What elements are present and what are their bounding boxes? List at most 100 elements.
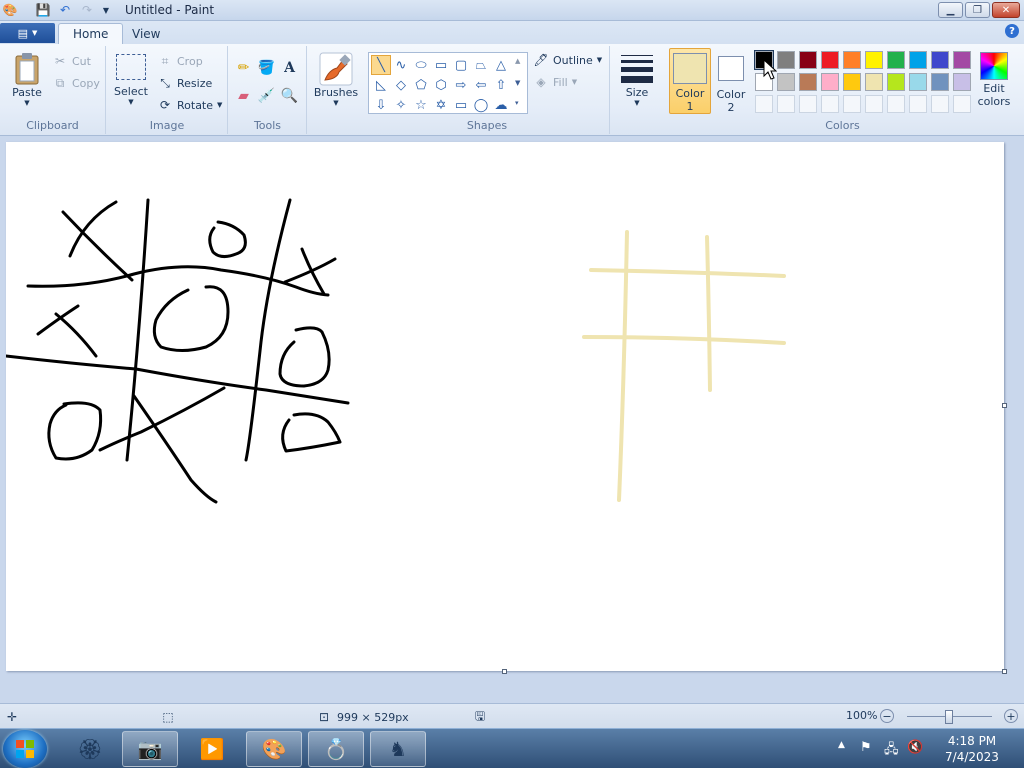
help-icon[interactable]: ? — [1005, 24, 1019, 38]
palette-color-swatch[interactable] — [931, 73, 949, 91]
select-button[interactable]: Select ▼ — [113, 54, 149, 106]
color2-button[interactable]: Color 2 — [713, 48, 749, 114]
five-point-star-shape-icon[interactable]: ☆ — [411, 95, 431, 115]
gallery-more-icon[interactable]: ▾ — [515, 99, 519, 107]
o-mark-4 — [47, 401, 103, 461]
rectangle-shape-icon[interactable]: ▭ — [431, 55, 451, 75]
palette-custom-slot[interactable] — [843, 95, 861, 113]
magnifier-icon[interactable]: 🔍 — [279, 85, 300, 106]
clock[interactable]: 4:18 PM 7/4/2023 — [932, 733, 1012, 765]
pencil-icon[interactable]: ✏ — [233, 57, 254, 78]
palette-custom-slot[interactable] — [953, 95, 971, 113]
palette-color-swatch[interactable] — [865, 51, 883, 69]
start-button[interactable] — [3, 730, 47, 768]
network-icon[interactable]: 🖧 — [884, 740, 899, 762]
up-arrow-shape-icon[interactable]: ⇧ — [491, 75, 511, 95]
edit-colors-button[interactable]: Edit colors — [973, 48, 1015, 114]
palette-custom-slot[interactable] — [931, 95, 949, 113]
palette-color-swatch[interactable] — [821, 51, 839, 69]
text-tool-icon[interactable]: A — [279, 57, 300, 78]
palette-color-swatch[interactable] — [909, 51, 927, 69]
eraser-icon[interactable]: ▰ — [233, 85, 254, 106]
taskbar-app-chess[interactable]: ♞ — [370, 731, 426, 767]
taskbar-app-photos[interactable]: 📷 — [122, 731, 178, 767]
volume-muted-icon[interactable]: 🔇 — [907, 740, 923, 755]
taskbar-app-media-player[interactable]: ▶️ — [184, 731, 240, 767]
rounded-callout-shape-icon[interactable]: ▭ — [451, 95, 471, 115]
oval-callout-shape-icon[interactable]: ◯ — [471, 95, 491, 115]
outline-button[interactable]: 🖊 Outline ▼ — [533, 51, 602, 69]
palette-color-swatch[interactable] — [953, 73, 971, 91]
close-button[interactable]: ✕ — [992, 2, 1020, 18]
palette-custom-slot[interactable] — [887, 95, 905, 113]
right-arrow-shape-icon[interactable]: ⇨ — [451, 75, 471, 95]
palette-custom-slot[interactable] — [865, 95, 883, 113]
zoom-slider-thumb[interactable] — [945, 710, 953, 724]
maximize-button[interactable]: ❐ — [965, 2, 990, 18]
right-triangle-shape-icon[interactable]: ◺ — [371, 75, 391, 95]
palette-color-swatch[interactable] — [887, 51, 905, 69]
taskbar-app-paint[interactable]: 🎨 — [246, 731, 302, 767]
customize-qat-icon[interactable]: ▼ — [98, 2, 114, 18]
rotate-button[interactable]: ⟳ Rotate ▼ — [157, 96, 222, 114]
rounded-rectangle-shape-icon[interactable]: ▢ — [451, 55, 471, 75]
tab-view[interactable]: View — [118, 23, 174, 44]
curve-shape-icon[interactable]: ∿ — [391, 55, 411, 75]
undo-icon[interactable]: ↶ — [57, 2, 73, 18]
palette-custom-slot[interactable] — [799, 95, 817, 113]
gallery-scroll-down-icon[interactable]: ▼ — [515, 79, 520, 87]
taskbar-app-ring[interactable]: 💍 — [308, 731, 364, 767]
pentagon-shape-icon[interactable]: ⬠ — [411, 75, 431, 95]
save-icon[interactable]: 💾 — [35, 2, 51, 18]
gallery-scroll-up-icon[interactable]: ▲ — [515, 57, 520, 65]
zoom-out-button[interactable]: − — [880, 709, 894, 723]
triangle-shape-icon[interactable]: △ — [491, 55, 511, 75]
palette-color-swatch[interactable] — [799, 51, 817, 69]
show-hidden-icons-icon[interactable]: ▲ — [838, 740, 845, 750]
cloud-callout-shape-icon[interactable]: ☁ — [491, 95, 511, 115]
paint-app-icon[interactable]: 🎨 — [2, 2, 18, 18]
four-point-star-shape-icon[interactable]: ✧ — [391, 95, 411, 115]
canvas-resize-handle-right[interactable] — [1002, 403, 1007, 408]
action-center-flag-icon[interactable]: ⚑ — [860, 740, 872, 755]
fill-bucket-icon[interactable]: 🪣 — [256, 57, 277, 78]
drawing-canvas[interactable] — [4, 142, 1004, 671]
play-icon: ▶️ — [199, 737, 225, 761]
color1-button[interactable]: Color 1 — [669, 48, 711, 114]
paste-button[interactable]: Paste ▼ — [8, 52, 46, 107]
color-picker-icon[interactable]: 💉 — [256, 85, 277, 106]
taskbar-app-media-center[interactable]: 🏵 — [62, 731, 118, 767]
palette-color-swatch[interactable] — [843, 51, 861, 69]
palette-color-swatch[interactable] — [843, 73, 861, 91]
down-arrow-shape-icon[interactable]: ⇩ — [371, 95, 391, 115]
line-shape-icon[interactable]: ╲ — [371, 55, 391, 75]
palette-color-swatch[interactable] — [865, 73, 883, 91]
palette-custom-slot[interactable] — [821, 95, 839, 113]
palette-color-swatch[interactable] — [931, 51, 949, 69]
diamond-shape-icon[interactable]: ◇ — [391, 75, 411, 95]
canvas-resize-handle-corner[interactable] — [1002, 669, 1007, 674]
palette-color-swatch[interactable] — [909, 73, 927, 91]
paint-menu-button[interactable]: ▤ ▼ — [0, 23, 55, 43]
size-button[interactable]: Size ▼ — [617, 52, 657, 107]
palette-color-swatch[interactable] — [777, 73, 795, 91]
palette-custom-slot[interactable] — [755, 95, 773, 113]
polygon-shape-icon[interactable]: ⏢ — [471, 55, 491, 75]
canvas-resize-handle-bottom[interactable] — [502, 669, 507, 674]
palette-custom-slot[interactable] — [909, 95, 927, 113]
palette-color-swatch[interactable] — [887, 73, 905, 91]
left-arrow-shape-icon[interactable]: ⇦ — [471, 75, 491, 95]
palette-custom-slot[interactable] — [777, 95, 795, 113]
resize-button[interactable]: ⤡ Resize — [157, 74, 212, 92]
palette-color-swatch[interactable] — [821, 73, 839, 91]
six-point-star-shape-icon[interactable]: ✡ — [431, 95, 451, 115]
brushes-button[interactable]: Brushes ▼ — [314, 52, 358, 107]
hexagon-shape-icon[interactable]: ⬡ — [431, 75, 451, 95]
tab-home[interactable]: Home — [58, 23, 124, 44]
oval-shape-icon[interactable]: ⬭ — [411, 55, 431, 75]
minimize-button[interactable]: ▁ — [938, 2, 963, 18]
palette-color-swatch[interactable] — [953, 51, 971, 69]
palette-color-swatch[interactable] — [777, 51, 795, 69]
zoom-in-button[interactable]: + — [1004, 709, 1018, 723]
palette-color-swatch[interactable] — [799, 73, 817, 91]
